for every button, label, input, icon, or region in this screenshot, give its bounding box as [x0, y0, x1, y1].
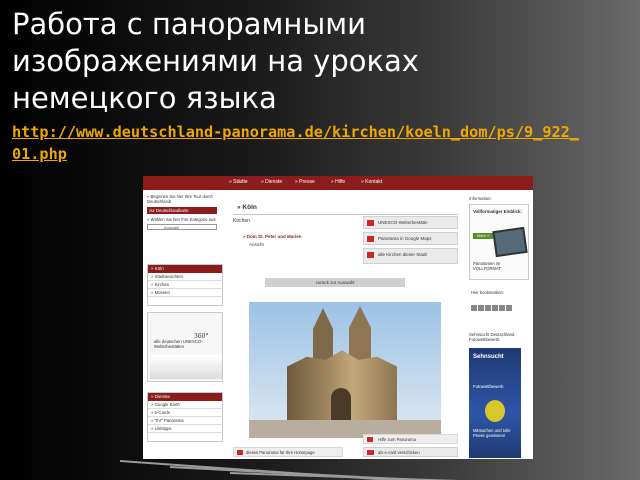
- services-nav-item[interactable]: » Google Earth: [148, 401, 222, 409]
- back-to-selection-button[interactable]: zurück zur Auswahl: [265, 278, 405, 287]
- bookmark-icon[interactable]: [499, 305, 505, 311]
- ecard-button[interactable]: als e-card verschicken: [363, 447, 458, 457]
- promo-subtitle: Panoramen im VOLLFORMAT: [473, 261, 502, 271]
- monitor-icon: [492, 226, 528, 258]
- map-button[interactable]: zur Deutschlandkarte: [147, 207, 217, 214]
- homepage-embed-button[interactable]: dieses Panorama für Ihre Homepage: [233, 447, 343, 457]
- bookmark-heading: Hier bookmarken:: [471, 290, 505, 295]
- bookmark-icon[interactable]: [485, 305, 491, 311]
- bookmark-icon[interactable]: [471, 305, 477, 311]
- contest-banner[interactable]: Sehnsucht Fotowettbewerb Mitmachen und t…: [469, 348, 521, 458]
- city-nav-item[interactable]: » Kirchen: [148, 281, 222, 289]
- banner-cta: Mitmachen und tolle Preise gewinnen!: [473, 428, 511, 438]
- map-icon: [367, 236, 374, 242]
- intro-text: » Beginnen Sie hier Ihre Tour durch Deut…: [147, 194, 213, 204]
- church-icon: [367, 252, 374, 258]
- promo-more-button[interactable]: Mehr »: [473, 233, 493, 239]
- flower-image: [485, 400, 505, 422]
- main-content: » Köln Kirchen » Dom St. Peter und Marie…: [233, 192, 458, 459]
- fullscreen-promo[interactable]: Vollformatiger Einblick: Mehr » Panorame…: [469, 204, 529, 280]
- banner-title: Sehnsucht: [473, 354, 504, 360]
- nav-item-staedte[interactable]: » Städte: [229, 179, 248, 185]
- left-column: » Beginnen Sie hier Ihre Tour durch Deut…: [145, 192, 223, 459]
- nav-item-hilfe[interactable]: » Hilfe: [331, 179, 345, 185]
- bookmark-icon[interactable]: [492, 305, 498, 311]
- embed-icon: [237, 450, 243, 455]
- unesco-text: alle deutschen UNESCO-Welterbestätten: [154, 339, 203, 349]
- services-nav-item[interactable]: » e-Cards: [148, 409, 222, 417]
- nav-item-dienste[interactable]: » Dienste: [261, 179, 282, 185]
- unesco-button[interactable]: UNESCO-Welterbestätte: [363, 216, 458, 229]
- city-nav: » Köln » Stadtansichten » Kirchen » Muse…: [147, 264, 223, 306]
- promo-title: Vollformatiger Einblick:: [473, 209, 522, 214]
- services-nav: » Dienste » Google Earth » e-Cards » "Ih…: [147, 392, 223, 442]
- help-icon: [367, 437, 373, 442]
- google-maps-button[interactable]: Panorama in Google Maps: [363, 232, 458, 245]
- unesco-360-mark: 360°: [194, 333, 209, 340]
- slide-link[interactable]: http://www.deutschland-panorama.de/kirch…: [12, 121, 582, 165]
- nav-item-presse[interactable]: » Presse: [295, 179, 315, 185]
- services-nav-header: » Dienste: [148, 393, 222, 401]
- website-screenshot: » Städte » Dienste » Presse » Hilfe » Ko…: [143, 176, 533, 459]
- all-churches-button[interactable]: alle Kirchen dieser Stadt: [363, 248, 458, 264]
- section-title: Kirchen: [233, 218, 250, 224]
- view-label: Ansicht: [249, 242, 264, 247]
- place-title: » Dom St. Peter und Marien: [243, 234, 302, 239]
- right-column: Information: Vollformatiger Einblick: Me…: [469, 192, 531, 459]
- ecard-icon: [367, 450, 374, 455]
- tour-intro: » Beginnen Sie hier Ihre Tour durch Deut…: [147, 194, 221, 254]
- slide-title: Работа с панорамными изображениями на ур…: [12, 7, 419, 115]
- info-heading: Information:: [469, 196, 492, 201]
- city-nav-item[interactable]: » Museen: [148, 289, 222, 297]
- city-heading: » Köln: [233, 202, 458, 215]
- top-navigation: » Städte » Dienste » Presse » Hilfe » Ko…: [143, 176, 533, 190]
- help-button[interactable]: Hilfe zum Panorama: [363, 434, 458, 444]
- bookmark-icon[interactable]: [478, 305, 484, 311]
- category-select[interactable]: Auswahl: [147, 224, 217, 230]
- unesco-box[interactable]: alle deutschen UNESCO-Welterbestätten 36…: [147, 312, 223, 382]
- services-nav-item[interactable]: » "Ihr" Panorama: [148, 417, 222, 425]
- nav-item-kontakt[interactable]: » Kontakt: [361, 179, 382, 185]
- category-text: » Wählen Sie hier Ihre Kategorie aus:: [147, 217, 217, 222]
- cathedral-panorama-image[interactable]: [249, 302, 441, 438]
- city-nav-header[interactable]: » Köln: [148, 265, 222, 273]
- contest-heading: Sehnsucht Deutschland Fotowettbewerb: [469, 332, 515, 342]
- unesco-icon: [367, 220, 374, 226]
- bookmark-icon[interactable]: [506, 305, 512, 311]
- services-nav-item[interactable]: » Linktipps: [148, 425, 222, 433]
- city-nav-item[interactable]: » Stadtansichten: [148, 273, 222, 281]
- bookmark-icons: [471, 298, 527, 311]
- banner-subtitle: Fotowettbewerb: [473, 384, 504, 389]
- skyline-image: [150, 355, 222, 379]
